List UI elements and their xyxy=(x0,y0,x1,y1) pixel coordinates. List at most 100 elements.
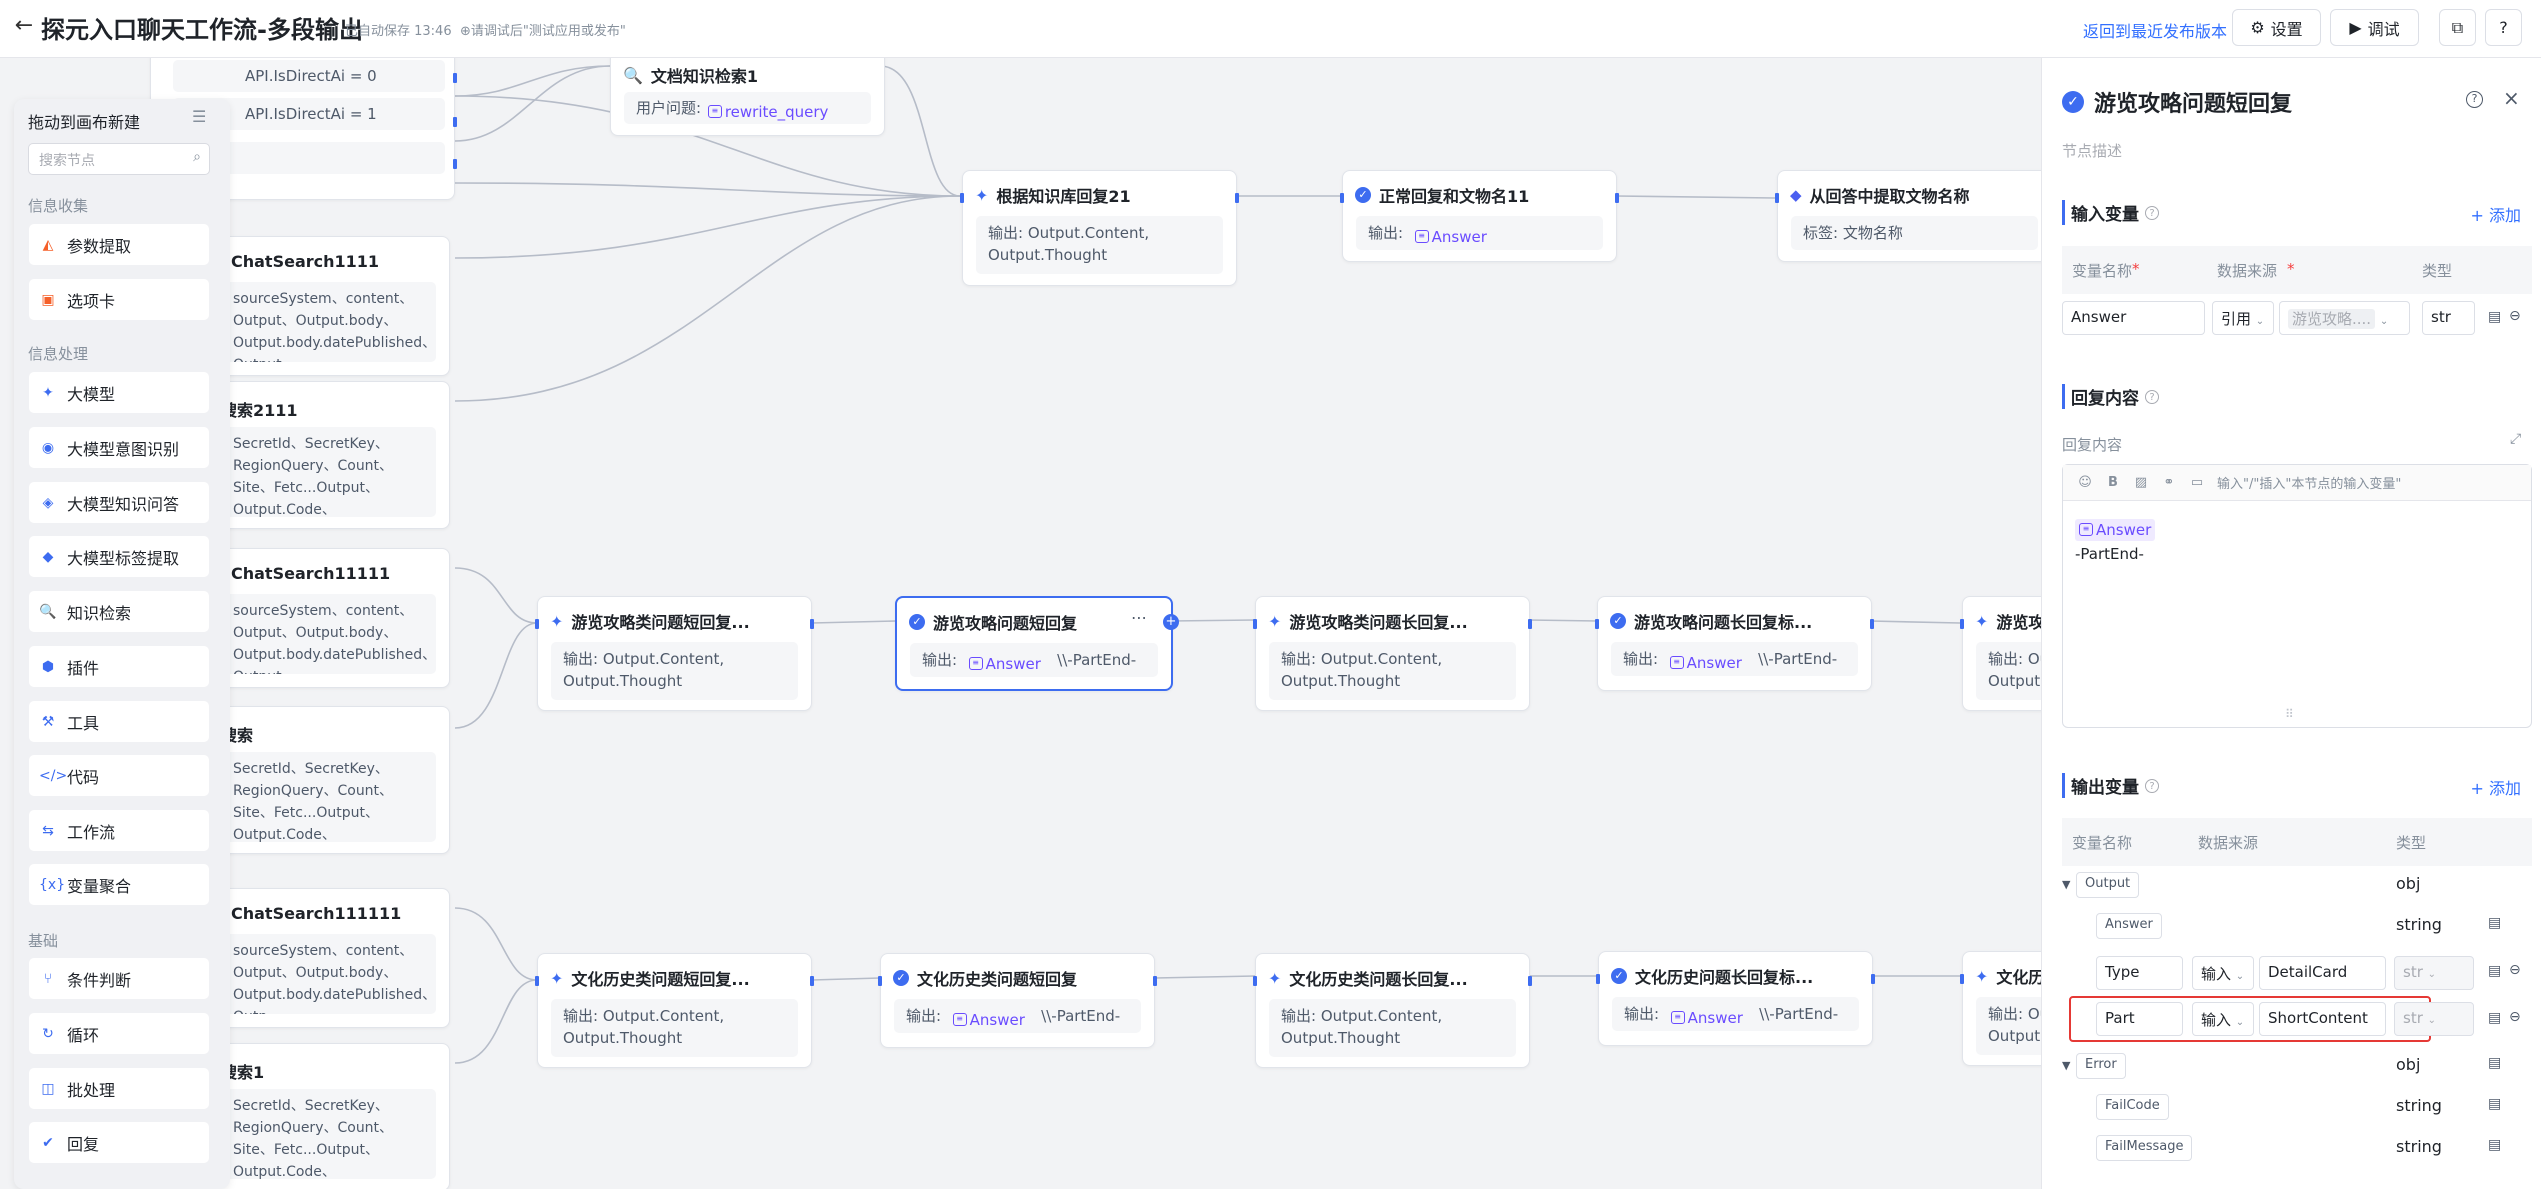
input-type-select[interactable]: str xyxy=(2422,301,2475,335)
port-dot[interactable] xyxy=(1596,974,1600,984)
port-dot[interactable] xyxy=(1253,976,1257,986)
port-dot[interactable] xyxy=(1528,976,1532,986)
llm-node[interactable]: ✦ 游览攻略类问题短回复... 输出: Output.Content, Outpu… xyxy=(535,596,814,711)
llm-node[interactable]: ✦ 根据知识库回复21 输出: Output.Content, Output.Th… xyxy=(960,170,1239,286)
port-dot[interactable] xyxy=(1960,619,1964,629)
add-output-button[interactable]: + 添加 xyxy=(2471,775,2522,799)
copy-button[interactable]: ⧉ xyxy=(2439,9,2476,46)
add-node-icon[interactable]: + xyxy=(1163,614,1179,630)
tag-extract-node[interactable]: ◆ 从回答中提取文物名称 标签: 文物名称 xyxy=(1775,170,2041,262)
workflow-canvas[interactable]: API.IsDirectAi = 0 if API.IsDirectAi = 1… xyxy=(0,58,2041,1189)
document-icon[interactable]: ▤ xyxy=(2488,1096,2501,1112)
port-dot[interactable] xyxy=(878,976,882,986)
source-mode-select[interactable]: 引用 ⌄ xyxy=(2212,301,2274,335)
document-icon[interactable]: ▤ xyxy=(2488,1137,2501,1153)
document-icon[interactable]: ▤ xyxy=(2488,915,2501,931)
settings-button[interactable]: ⚙ 设置 xyxy=(2232,9,2321,46)
palette-item[interactable]: ↻ 循环 xyxy=(29,1013,209,1054)
port-dot[interactable] xyxy=(810,976,814,986)
palette-item[interactable]: ⬢ 插件 xyxy=(29,646,209,687)
reply-node[interactable]: ✓ 游览攻略问题长回复标... 输出: ≡ Answer \\-PartEnd- xyxy=(1595,596,1874,691)
llm-node[interactable]: ✦游览攻略 输出: Output.Content, Output.Thought xyxy=(1960,596,2041,711)
port-dot[interactable] xyxy=(1775,193,1779,203)
palette-item[interactable]: {x} 变量聚合 xyxy=(29,864,209,905)
port-dot[interactable] xyxy=(810,619,814,629)
port-dot[interactable] xyxy=(535,619,539,629)
emoji-icon[interactable]: ☺ xyxy=(2077,475,2093,490)
more-icon[interactable]: ⋯ xyxy=(1131,608,1147,627)
debug-button[interactable]: ▶ 调试 xyxy=(2330,9,2419,46)
collapse-icon[interactable]: ☰ xyxy=(192,107,206,126)
doc-search-node[interactable]: 🔍 文档知识检索1 用户问题: ≡ rewrite_query xyxy=(610,58,885,136)
port-dot[interactable] xyxy=(1615,193,1619,203)
port-dot[interactable] xyxy=(535,976,539,986)
node-description-input[interactable]: 节点描述 xyxy=(2062,140,2122,161)
document-icon[interactable]: ▤ xyxy=(2488,1010,2501,1026)
node-search-input[interactable]: 搜索节点 ⌕ xyxy=(28,143,210,175)
reply-content-editor[interactable]: ☺ B ▨ ⚭ ▭ 输入"/"插入"本节点的输入变量" ≡ Answer -Par… xyxy=(2062,464,2532,728)
llm-node[interactable]: ✦ 游览攻略类问题长回复... 输出: Output.Content, Outpu… xyxy=(1253,596,1532,711)
bold-icon[interactable]: B xyxy=(2105,475,2121,490)
port-dot[interactable] xyxy=(453,159,457,169)
palette-item[interactable]: ◈ 大模型知识问答 xyxy=(29,482,209,523)
remove-icon[interactable]: ⊖ xyxy=(2509,1009,2521,1025)
video-icon[interactable]: ▭ xyxy=(2189,475,2205,490)
caret-down-icon[interactable]: ▼ xyxy=(2062,878,2070,891)
reply-node[interactable]: ✓ 文化历史问题长回复标... 输出: ≡ Answer \\-PartEnd- xyxy=(1596,951,1875,1046)
palette-item[interactable]: ▣ 选项卡 xyxy=(29,279,209,320)
close-icon[interactable]: × xyxy=(2503,86,2520,110)
llm-node[interactable]: ✦ 文化历史类问题长回复... 输出: Output.Content, Outpu… xyxy=(1253,953,1532,1068)
port-dot[interactable] xyxy=(1235,193,1239,203)
port-dot[interactable] xyxy=(1153,976,1157,986)
help-button[interactable]: ? xyxy=(2485,9,2522,46)
back-arrow-icon[interactable]: ← xyxy=(12,13,36,38)
output-source-mode-select[interactable]: 输入 ⌄ xyxy=(2192,956,2254,990)
link-icon[interactable]: ⚭ xyxy=(2161,475,2177,490)
palette-item[interactable]: ⇆ 工作流 xyxy=(29,810,209,851)
document-icon[interactable]: ▤ xyxy=(2488,309,2501,325)
document-icon[interactable]: ▤ xyxy=(2488,1055,2501,1071)
output-value-field[interactable]: ShortContent xyxy=(2259,1002,2386,1036)
expand-icon[interactable]: ⤢ xyxy=(2510,431,2521,447)
output-name-type-field[interactable]: Type xyxy=(2096,956,2183,990)
palette-item[interactable]: ✦ 大模型 xyxy=(29,372,209,413)
palette-item[interactable]: ✔ 回复 xyxy=(29,1122,209,1163)
add-input-button[interactable]: + 添加 xyxy=(2471,202,2522,226)
port-dot[interactable] xyxy=(1870,619,1874,629)
palette-item[interactable]: ◉ 大模型意图识别 xyxy=(29,427,209,468)
palette-item[interactable]: ◭ 参数提取 xyxy=(29,224,209,265)
port-dot[interactable] xyxy=(1528,619,1532,629)
reply-node[interactable]: ✓ 正常回复和文物名11 输出: ≡ Answer xyxy=(1340,170,1619,262)
port-dot[interactable] xyxy=(1595,619,1599,629)
output-value-field[interactable]: DetailCard xyxy=(2259,956,2386,990)
input-var-name-field[interactable]: Answer xyxy=(2062,301,2205,335)
palette-item[interactable]: ◆ 大模型标签提取 xyxy=(29,536,209,577)
port-dot[interactable] xyxy=(453,117,457,127)
palette-item[interactable]: ⑂ 条件判断 xyxy=(29,958,209,999)
remove-icon[interactable]: ⊖ xyxy=(2509,962,2521,978)
palette-item[interactable]: ⚒ 工具 xyxy=(29,701,209,742)
palette-item[interactable]: ◫ 批处理 xyxy=(29,1068,209,1109)
revert-version-link[interactable]: 返回到最近发布版本 xyxy=(2083,18,2227,42)
port-dot[interactable] xyxy=(1253,619,1257,629)
output-name-part-field[interactable]: Part xyxy=(2096,1002,2183,1036)
port-dot[interactable] xyxy=(1960,974,1964,984)
image-icon[interactable]: ▨ xyxy=(2133,475,2149,490)
port-dot[interactable] xyxy=(453,73,457,83)
port-dot[interactable] xyxy=(1340,193,1344,203)
document-icon[interactable]: ▤ xyxy=(2488,963,2501,979)
remove-icon[interactable]: ⊖ xyxy=(2509,308,2521,324)
palette-item[interactable]: 🔍 知识检索 xyxy=(29,591,209,632)
llm-node[interactable]: ✦文化历 输出: Output.Content, Output.Thought xyxy=(1960,951,2041,1066)
port-dot[interactable] xyxy=(1871,974,1875,984)
reply-node-selected[interactable]: ✓ 游览攻略问题短回复 ⋯ 输出: ≡ Answer \\-PartEnd- + xyxy=(895,596,1179,691)
caret-down-icon[interactable]: ▼ xyxy=(2062,1059,2070,1072)
output-source-mode-select[interactable]: 输入 ⌄ xyxy=(2192,1002,2254,1036)
source-value-select[interactable]: 游览攻略.... ⌄ xyxy=(2279,301,2410,335)
help-icon[interactable]: ? xyxy=(2466,91,2483,108)
llm-node[interactable]: ✦ 文化历史类问题短回复... 输出: Output.Content, Outpu… xyxy=(535,953,814,1068)
resize-handle-icon[interactable]: ⠿ xyxy=(2285,707,2294,721)
port-dot[interactable] xyxy=(960,193,964,203)
reply-node[interactable]: ✓ 文化历史类问题短回复 输出: ≡ Answer \\-PartEnd- xyxy=(878,953,1157,1048)
palette-item[interactable]: </> 代码 xyxy=(29,755,209,796)
